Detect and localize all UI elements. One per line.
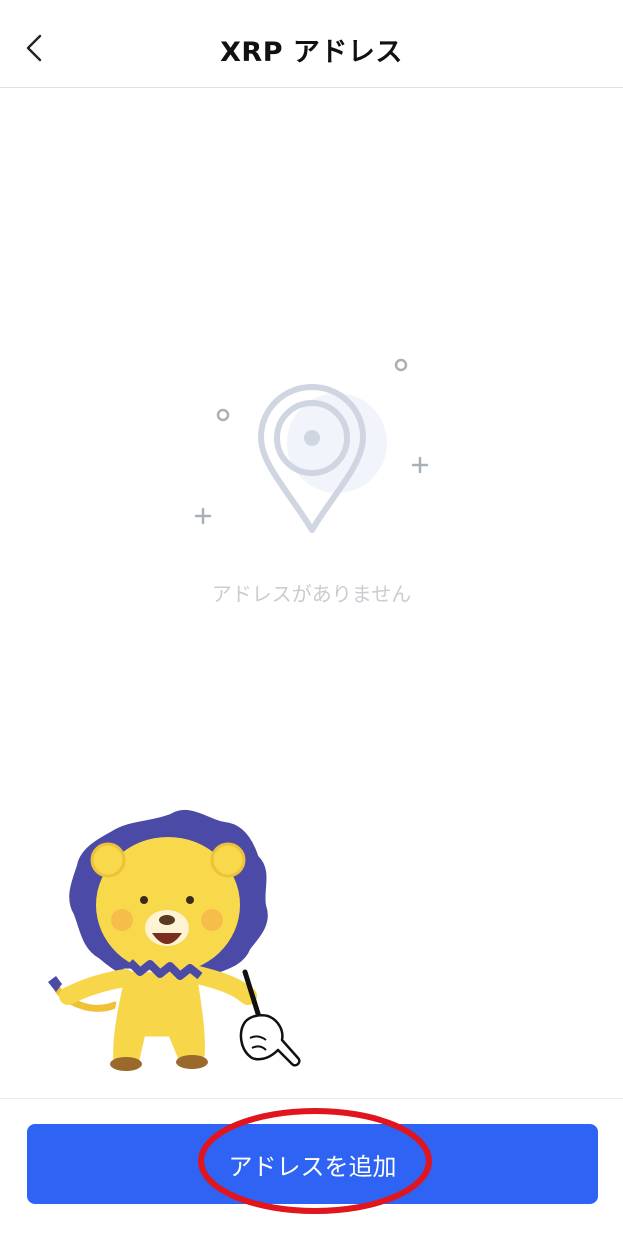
app-header: XRP アドレス [0, 0, 623, 88]
pointing-hand-icon [239, 1014, 301, 1067]
add-address-button-label: アドレスを追加 [228, 1152, 397, 1181]
lion-mascot-icon [48, 805, 301, 1071]
empty-state-message: アドレスがありません [211, 582, 412, 606]
add-address-button[interactable]: アドレスを追加 [27, 1124, 598, 1204]
location-pin-icon [194, 358, 429, 533]
page-title: XRP アドレス [220, 37, 403, 68]
